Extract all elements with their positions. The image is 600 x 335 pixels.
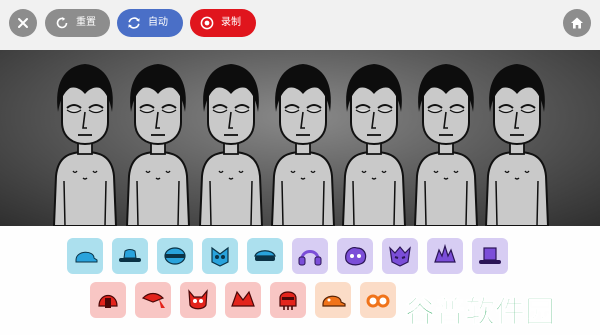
character-slot-6[interactable] xyxy=(411,56,481,226)
sound-tile-tophat[interactable] xyxy=(472,238,508,274)
head-shape xyxy=(203,64,259,146)
record-button[interactable]: 录制 xyxy=(190,9,256,37)
reset-button[interactable]: 重置 xyxy=(45,9,110,37)
home-button[interactable] xyxy=(563,9,591,37)
fedora-hat-icon xyxy=(119,249,141,262)
sound-tile-bandana[interactable] xyxy=(135,282,171,318)
skull-mask-icon xyxy=(279,291,297,310)
character-slot-7[interactable] xyxy=(482,56,552,226)
red-helmet-icon xyxy=(98,294,118,308)
goggles-icon xyxy=(366,294,390,308)
torso-shape xyxy=(198,150,264,226)
sound-tile-spiky-mask[interactable] xyxy=(382,238,418,274)
sound-tile-spiky-hat[interactable] xyxy=(427,238,463,274)
auto-button[interactable]: 自动 xyxy=(117,9,183,37)
sound-tile-devil-mask[interactable] xyxy=(180,282,216,318)
character-slot-5[interactable] xyxy=(339,56,409,226)
visor-icon xyxy=(254,250,276,261)
performance-stage xyxy=(0,50,600,226)
torso-shape xyxy=(484,150,550,226)
blob-face-icon xyxy=(345,246,367,266)
character-slot-2[interactable] xyxy=(123,56,193,226)
sound-tile-fedora-hat[interactable] xyxy=(112,238,148,274)
mask-icon xyxy=(211,246,229,267)
sound-tile-skull-mask[interactable] xyxy=(270,282,306,318)
orange-cap-icon xyxy=(322,295,346,307)
sound-tile-horned-hat[interactable] xyxy=(225,282,261,318)
sound-tile-blob-face[interactable] xyxy=(337,238,373,274)
character-figure xyxy=(52,64,118,226)
sound-tile-mask[interactable] xyxy=(202,238,238,274)
torso-shape xyxy=(413,150,479,226)
character-slot-1[interactable] xyxy=(50,56,120,226)
torso-shape xyxy=(125,150,191,226)
spiky-hat-icon xyxy=(434,243,456,263)
character-figure xyxy=(270,64,336,226)
character-figure xyxy=(125,64,191,226)
torso-shape xyxy=(341,150,407,226)
headband-icon xyxy=(164,247,186,265)
horned-hat-icon xyxy=(231,290,255,307)
tophat-icon xyxy=(479,247,501,264)
character-figure xyxy=(341,64,407,226)
head-shape xyxy=(57,64,113,146)
reset-icon xyxy=(55,16,69,30)
sound-tile-orange-cap[interactable] xyxy=(315,282,351,318)
blue-cap-icon xyxy=(75,251,98,263)
torso-shape xyxy=(270,150,336,226)
close-icon xyxy=(17,17,29,29)
torso-shape xyxy=(52,150,118,226)
site-watermark: 谷普软件园 xyxy=(405,291,600,335)
watermark-logo-text: 谷普软件园 xyxy=(405,295,556,331)
character-figure xyxy=(198,64,264,226)
head-shape xyxy=(489,64,545,146)
sound-tile-headband[interactable] xyxy=(157,238,193,274)
sound-tile-red-helmet[interactable] xyxy=(90,282,126,318)
devil-mask-icon xyxy=(188,289,208,310)
auto-label: 自动 xyxy=(148,17,168,28)
character-slot-3[interactable] xyxy=(196,56,266,226)
sound-tile-headphones[interactable] xyxy=(292,238,328,274)
bandana-icon xyxy=(141,292,165,308)
sound-tile-goggles[interactable] xyxy=(360,282,396,318)
head-shape xyxy=(130,64,186,146)
head-shape xyxy=(418,64,474,146)
record-icon xyxy=(200,16,214,30)
head-shape xyxy=(275,64,331,146)
character-figure xyxy=(484,64,550,226)
character-figure xyxy=(413,64,479,226)
close-button[interactable] xyxy=(9,9,37,37)
record-label: 录制 xyxy=(221,17,241,28)
reset-label: 重置 xyxy=(76,17,96,28)
top-toolbar: 重置 自动 录制 xyxy=(0,0,600,46)
sound-tile-visor[interactable] xyxy=(247,238,283,274)
auto-refresh-icon xyxy=(127,16,141,30)
character-slot-4[interactable] xyxy=(268,56,338,226)
head-shape xyxy=(346,64,402,146)
sound-tile-blue-cap[interactable] xyxy=(67,238,103,274)
headphones-icon xyxy=(298,250,322,266)
spiky-mask-icon xyxy=(389,246,411,267)
home-icon xyxy=(570,16,584,30)
